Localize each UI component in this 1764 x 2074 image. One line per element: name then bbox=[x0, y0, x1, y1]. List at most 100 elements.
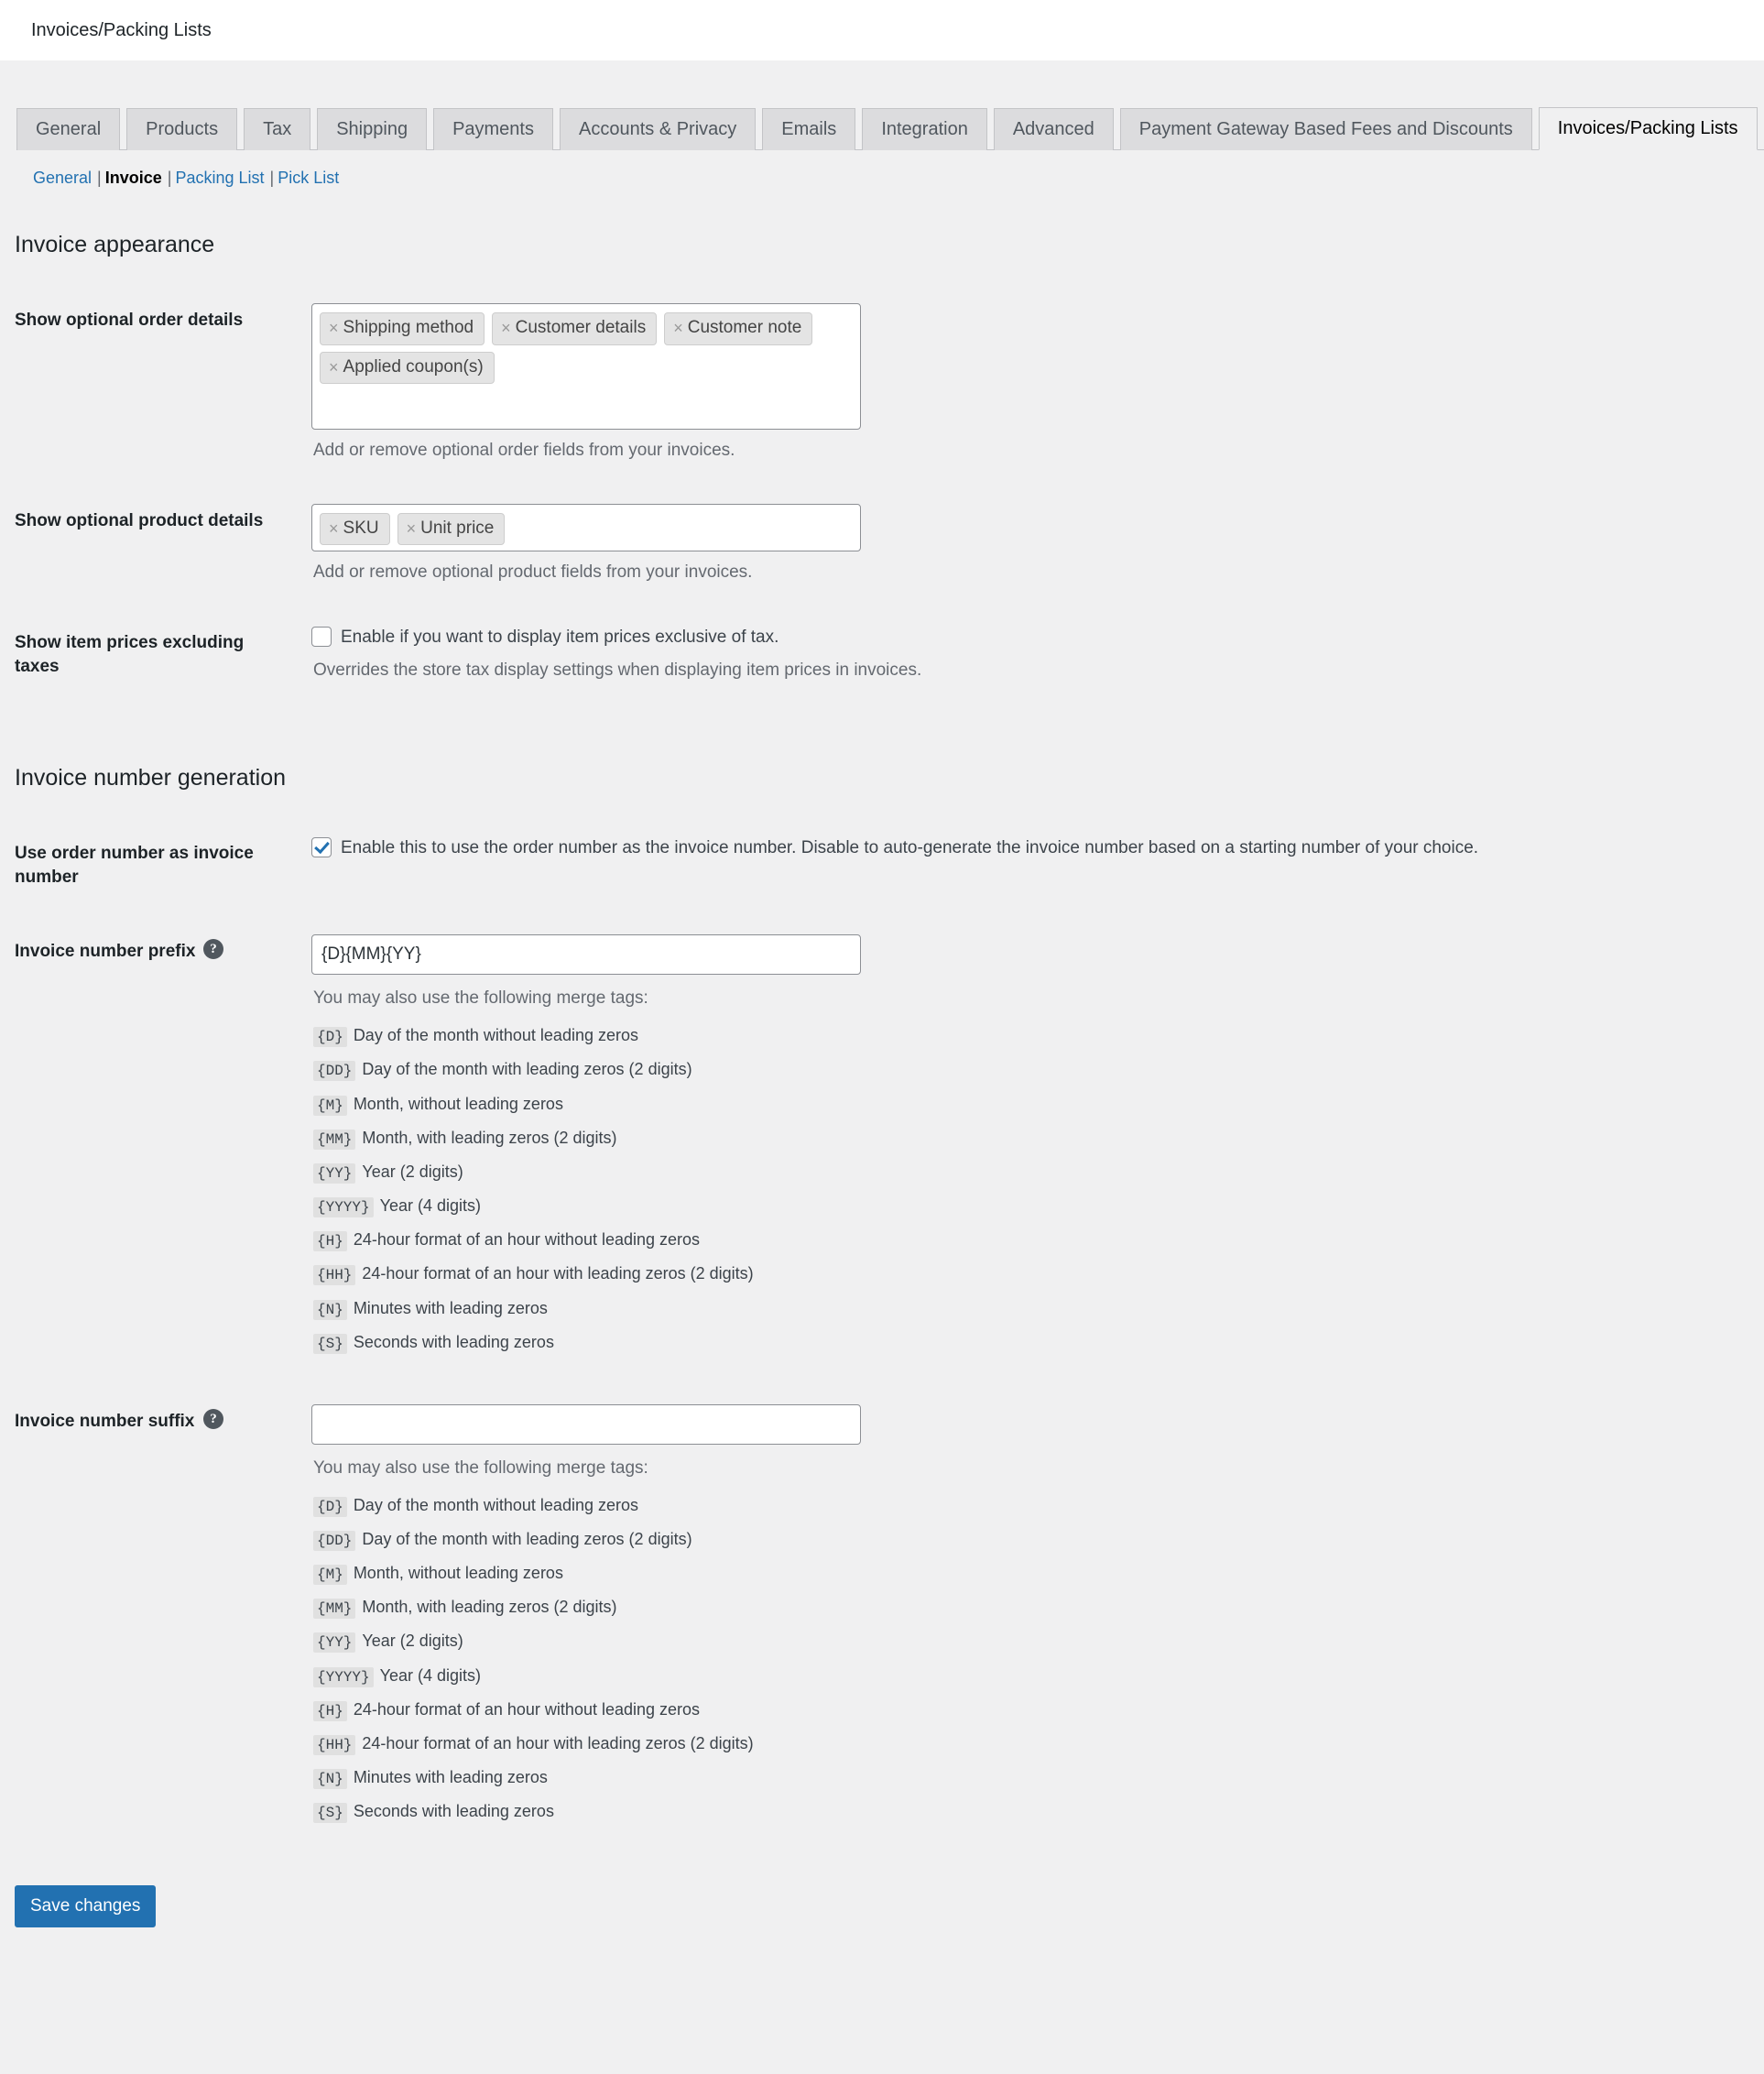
remove-tag-icon[interactable]: × bbox=[329, 520, 339, 537]
merge-tag-code: {MM} bbox=[313, 1129, 356, 1150]
merge-tag-code: {YY} bbox=[313, 1163, 356, 1184]
prefix-merge-tag-list: {D} Day of the month without leading zero… bbox=[313, 1023, 1755, 1355]
tab-invoices-packing-lists[interactable]: Invoices/Packing Lists bbox=[1538, 107, 1758, 150]
cell-show-item-prices-excluding-taxes: Enable if you want to display item price… bbox=[302, 606, 1764, 704]
subnav-link-general[interactable]: General bbox=[33, 169, 92, 187]
tag-chip-label: Customer note bbox=[687, 318, 802, 337]
order-details-choices: × Shipping method × Customer details × Custom… bbox=[320, 312, 853, 385]
merge-tag-item: {M} Month, without leading zeros bbox=[313, 1561, 1755, 1586]
merge-tag-item: {HH} 24-hour format of an hour with leadi… bbox=[313, 1731, 1755, 1756]
merge-tag-description: Day of the month with leading zeros (2 d… bbox=[362, 1060, 692, 1079]
tab-advanced[interactable]: Advanced bbox=[993, 108, 1114, 150]
merge-tag-code: {MM} bbox=[313, 1599, 356, 1620]
tag-chip[interactable]: × Customer note bbox=[664, 312, 813, 345]
merge-tag-code: {DD} bbox=[313, 1061, 356, 1082]
remove-tag-icon[interactable]: × bbox=[673, 320, 683, 336]
merge-tag-description: Year (4 digits) bbox=[379, 1196, 481, 1216]
merge-tag-code: {YYYY} bbox=[313, 1197, 374, 1218]
merge-tag-code: {S} bbox=[313, 1803, 347, 1824]
merge-tag-code: {D} bbox=[313, 1496, 347, 1517]
merge-tag-code: {HH} bbox=[313, 1265, 356, 1286]
label-use-order-number: Use order number as invoice number bbox=[15, 844, 254, 887]
settings-tabs-region: General Products Tax Shipping Payments Accoun… bbox=[0, 60, 1764, 194]
use-order-number-checkbox[interactable] bbox=[311, 837, 332, 858]
invoice-subnav: General | Invoice | Packing List | Pick List bbox=[33, 161, 1764, 194]
row-show-item-prices-excluding-taxes: Show item prices excluding taxes Enable … bbox=[0, 606, 1764, 704]
merge-tag-item: {H} 24-hour format of an hour without lea… bbox=[313, 1228, 1755, 1252]
merge-tag-item: {M} Month, without leading zeros bbox=[313, 1092, 1755, 1117]
merge-tag-item: {YY} Year (2 digits) bbox=[313, 1160, 1755, 1184]
order-details-description: Add or remove optional order fields from… bbox=[313, 441, 735, 460]
subnav-link-invoice[interactable]: Invoice bbox=[105, 169, 162, 187]
merge-tag-description: 24-hour format of an hour with leading z… bbox=[362, 1734, 754, 1752]
tab-products[interactable]: Products bbox=[126, 108, 238, 150]
tab-emails[interactable]: Emails bbox=[762, 108, 856, 150]
help-icon[interactable]: ? bbox=[203, 939, 223, 960]
subnav-separator: | bbox=[97, 169, 102, 187]
merge-tag-description: Month, without leading zeros bbox=[353, 1094, 563, 1113]
label-invoice-number-suffix-text: Invoice number suffix bbox=[15, 1412, 195, 1431]
subnav-item: General bbox=[33, 161, 92, 194]
merge-tag-code: {HH} bbox=[313, 1735, 356, 1755]
prices-excl-tax-label[interactable]: Enable if you want to display item price… bbox=[311, 626, 1755, 650]
suffix-merge-tag-list: {D} Day of the month without leading zero… bbox=[313, 1493, 1755, 1825]
tag-chip[interactable]: × Applied coupon(s) bbox=[320, 351, 495, 385]
merge-tag-description: Month, without leading zeros bbox=[353, 1564, 563, 1583]
remove-tag-icon[interactable]: × bbox=[501, 320, 511, 336]
invoice-number-suffix-input[interactable] bbox=[311, 1404, 861, 1445]
merge-tag-item: {MM} Month, with leading zeros (2 digits) bbox=[313, 1126, 1755, 1151]
merge-tag-description: 24-hour format of an hour without leadin… bbox=[353, 1699, 701, 1719]
row-show-optional-product-details: Show optional product details × SKU × Unit … bbox=[0, 484, 1764, 606]
remove-tag-icon[interactable]: × bbox=[329, 320, 339, 336]
merge-tag-item: {S} Seconds with leading zeros bbox=[313, 1799, 1755, 1824]
merge-tag-code: {M} bbox=[313, 1565, 347, 1586]
tag-chip[interactable]: × SKU bbox=[320, 512, 390, 546]
tab-accounts-privacy[interactable]: Accounts & Privacy bbox=[560, 108, 757, 150]
label-show-optional-order-details: Show optional order details bbox=[15, 311, 244, 330]
subnav-link-pick-list[interactable]: Pick List bbox=[278, 169, 339, 187]
merge-tag-description: Year (2 digits) bbox=[362, 1632, 463, 1651]
tab-payment-gateway-based-fees-and-discounts[interactable]: Payment Gateway Based Fees and Discounts bbox=[1119, 108, 1532, 150]
invoice-number-table: Use order number as invoice number Enabl… bbox=[0, 816, 1764, 1853]
tag-chip-label: Customer details bbox=[515, 318, 647, 337]
save-changes-button[interactable]: Save changes bbox=[15, 1884, 157, 1927]
merge-tag-description: Day of the month with leading zeros (2 d… bbox=[362, 1529, 692, 1548]
subnav-link-packing-list[interactable]: Packing List bbox=[175, 169, 264, 187]
tab-payments[interactable]: Payments bbox=[433, 108, 553, 150]
label-show-item-prices-excluding-taxes: Show item prices excluding taxes bbox=[15, 632, 245, 676]
merge-tag-description: Minutes with leading zeros bbox=[353, 1768, 548, 1787]
subnav-separator: | bbox=[167, 169, 172, 187]
cell-show-optional-product-details: × SKU × Unit price Add or remove optional p… bbox=[302, 484, 1764, 606]
tag-chip[interactable]: × Customer details bbox=[492, 312, 658, 345]
submit-row: Save changes bbox=[0, 1854, 1764, 1964]
tag-chip[interactable]: × Unit price bbox=[397, 512, 506, 546]
remove-tag-icon[interactable]: × bbox=[329, 359, 339, 376]
tab-tax[interactable]: Tax bbox=[244, 108, 311, 150]
merge-tag-description: Month, with leading zeros (2 digits) bbox=[362, 1598, 617, 1617]
tab-general[interactable]: General bbox=[16, 108, 121, 150]
merge-tag-item: {YYYY} Year (4 digits) bbox=[313, 1664, 1755, 1688]
remove-tag-icon[interactable]: × bbox=[407, 520, 417, 537]
tag-chip-label: Unit price bbox=[420, 518, 495, 538]
row-use-order-number: Use order number as invoice number Enabl… bbox=[0, 816, 1764, 914]
admin-header: Invoices/Packing Lists bbox=[0, 0, 1764, 60]
row-invoice-number-suffix: Invoice number suffix ? You may also use… bbox=[0, 1384, 1764, 1854]
order-details-multiselect[interactable]: × Shipping method × Customer details × Custom… bbox=[311, 303, 861, 430]
product-details-multiselect[interactable]: × SKU × Unit price bbox=[311, 503, 861, 552]
merge-tag-code: {DD} bbox=[313, 1530, 356, 1551]
subnav-item: | Invoice bbox=[92, 161, 162, 194]
help-icon[interactable]: ? bbox=[203, 1409, 223, 1429]
invoice-number-prefix-input[interactable] bbox=[311, 934, 861, 976]
tag-chip[interactable]: × Shipping method bbox=[320, 312, 485, 345]
tab-integration[interactable]: Integration bbox=[862, 108, 987, 150]
tab-shipping[interactable]: Shipping bbox=[317, 108, 428, 150]
subnav-item: | Pick List bbox=[265, 161, 340, 194]
merge-tag-description: Month, with leading zeros (2 digits) bbox=[362, 1128, 617, 1147]
label-show-optional-product-details: Show optional product details bbox=[15, 510, 264, 530]
row-invoice-number-prefix: Invoice number prefix ? You may also use… bbox=[0, 914, 1764, 1384]
prices-excl-tax-checkbox[interactable] bbox=[311, 626, 332, 647]
merge-tag-item: {S} Seconds with leading zeros bbox=[313, 1330, 1755, 1355]
cell-show-optional-order-details: × Shipping method × Customer details × Custom… bbox=[302, 283, 1764, 484]
use-order-number-label[interactable]: Enable this to use the order number as t… bbox=[311, 836, 1755, 861]
merge-tag-code: {S} bbox=[313, 1333, 347, 1354]
